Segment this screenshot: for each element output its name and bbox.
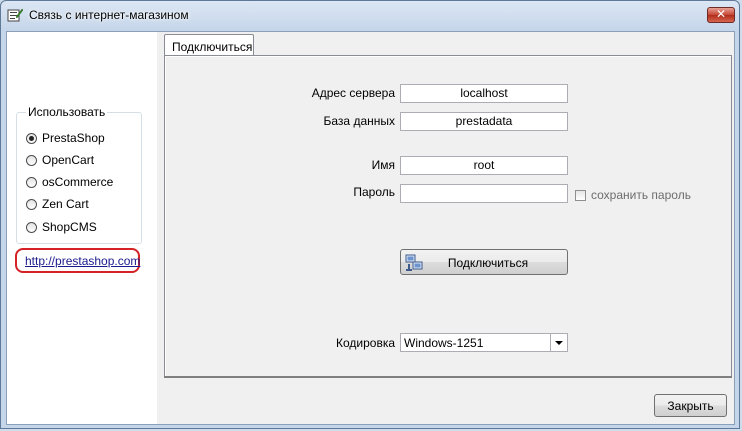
radio-label: OpenCart: [42, 153, 95, 167]
close-icon: ✕: [715, 7, 727, 21]
radio-button[interactable]: [26, 154, 37, 166]
encoding-select[interactable]: Windows-1251: [400, 333, 568, 352]
radio-label: Zen Cart: [42, 197, 89, 211]
radio-label: PrestaShop: [42, 131, 105, 145]
window-app-icon: [7, 8, 23, 22]
radio-button[interactable]: [26, 221, 37, 233]
radio-button[interactable]: [26, 198, 37, 210]
radio-button-checked[interactable]: [26, 132, 37, 144]
radio-button[interactable]: [26, 176, 37, 188]
connect-button[interactable]: Подключиться: [400, 249, 568, 275]
close-button[interactable]: Закрыть: [654, 394, 727, 417]
window-close-button[interactable]: ✕: [707, 7, 735, 23]
title-bar[interactable]: Связь с интернет-магазином ✕: [1, 1, 741, 29]
username-label: Имя: [371, 158, 395, 172]
radio-label: osCommerce: [42, 175, 114, 189]
connection-panel: Адрес сервера localhost База данных pres…: [164, 55, 732, 378]
close-button-label: Закрыть: [667, 399, 714, 413]
encoding-label: Кодировка: [335, 336, 395, 350]
radio-oscommerce[interactable]: osCommerce: [26, 174, 113, 190]
window-title: Связь с интернет-магазином: [29, 8, 189, 22]
platform-groupbox: Использовать PrestaShop OpenCart osComme…: [16, 105, 142, 244]
save-password-checkbox[interactable]: сохранить пароль: [575, 188, 691, 202]
checkbox-box[interactable]: [575, 189, 586, 201]
save-password-label: сохранить пароль: [591, 188, 691, 202]
encoding-value: Windows-1251: [404, 336, 484, 350]
dialog-client-area: Использовать PrestaShop OpenCart osComme…: [6, 31, 735, 425]
radio-opencart[interactable]: OpenCart: [26, 152, 94, 168]
connect-button-label: Подключиться: [447, 256, 529, 270]
password-input[interactable]: [400, 184, 568, 203]
dropdown-arrow-icon[interactable]: [550, 334, 567, 351]
dialog-window: Связь с интернет-магазином ✕ Использоват…: [0, 0, 740, 429]
radio-zencart[interactable]: Zen Cart: [26, 196, 89, 212]
server-label: Адрес сервера: [311, 86, 395, 100]
store-selection-pane: Использовать PrestaShop OpenCart osComme…: [7, 32, 157, 424]
server-input[interactable]: localhost: [400, 84, 568, 103]
password-label: Пароль: [353, 185, 395, 199]
radio-shopcms[interactable]: ShopCMS: [26, 219, 97, 235]
platform-group-title: Использовать: [26, 105, 108, 119]
tab-connect[interactable]: Подключиться: [164, 34, 254, 56]
username-input[interactable]: root: [400, 156, 568, 175]
radio-prestashop[interactable]: PrestaShop: [26, 130, 105, 146]
database-label: База данных: [323, 114, 395, 128]
database-input[interactable]: prestadata: [400, 112, 568, 131]
tab-label: Подключиться: [172, 40, 253, 54]
radio-label: ShopCMS: [42, 220, 97, 234]
store-website-link[interactable]: http://prestashop.com: [25, 254, 140, 268]
